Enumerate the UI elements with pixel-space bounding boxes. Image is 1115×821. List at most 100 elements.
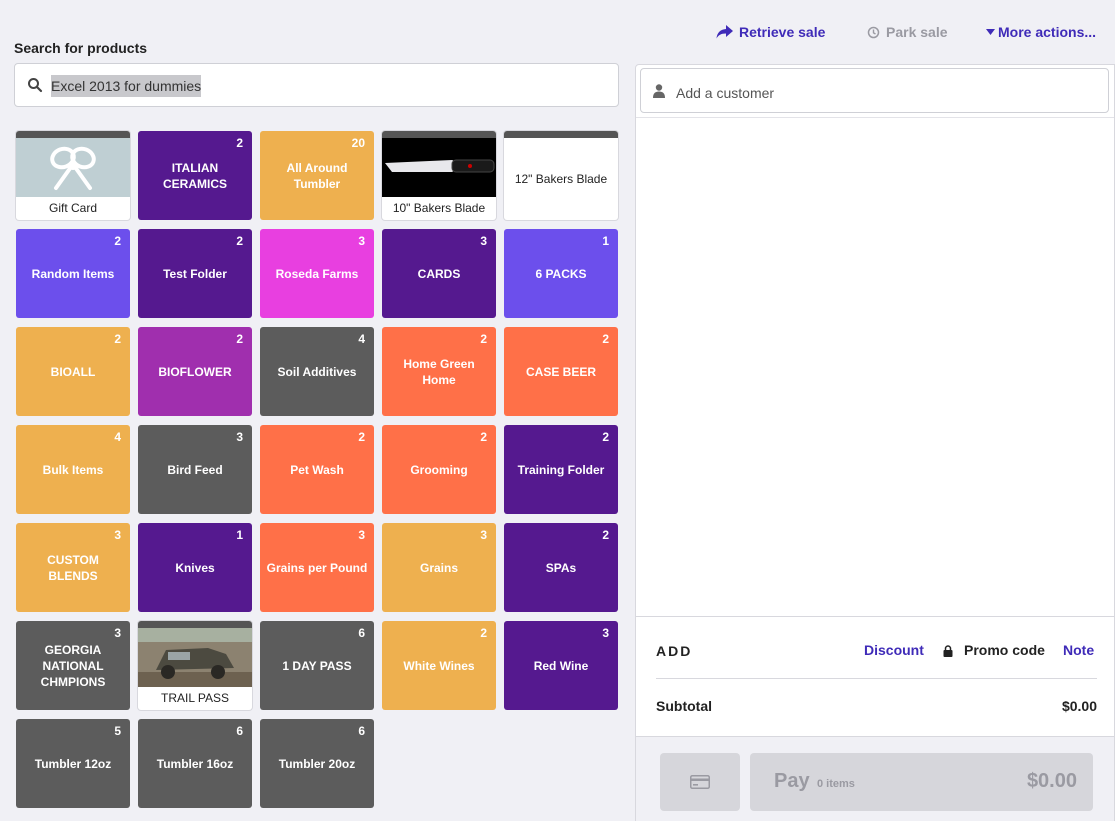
folder-tile-name: BIOFLOWER [158,364,232,379]
search-value[interactable]: Excel 2013 for dummies [51,75,202,97]
folder-tile-name: Tumbler 12oz [34,756,112,771]
folder-tile-tumbler-16oz[interactable]: 6 Tumbler 16oz [138,719,252,808]
folder-item-count: 2 [602,332,609,346]
folder-tile-name: Grains [419,560,458,575]
folder-tile-name: CASE BEER [525,364,596,379]
promo-code-link[interactable]: Promo code [964,642,1045,658]
folder-tile-pet-wash[interactable]: 2 Pet Wash [260,425,374,514]
folder-tile-knives[interactable]: 1 Knives [138,523,252,612]
sale-panel: Add a customer ADD Discount Promo code N… [635,64,1115,821]
caret-down-icon [986,29,995,35]
folder-tile-name: Random Items [31,266,115,281]
folder-tile-name: All Around Tumbler [286,160,348,191]
folder-item-count: 2 [236,136,243,150]
folder-tile-name: White Wines [403,658,475,673]
card-payment-button[interactable] [660,753,740,811]
folder-tile-all-around-tumbler[interactable]: 20 All Around Tumbler [260,131,374,220]
park-sale-button[interactable]: Park sale [867,22,948,42]
search-input[interactable]: Excel 2013 for dummies [14,63,619,107]
folder-tile-case-beer[interactable]: 2 CASE BEER [504,327,618,416]
folder-tile-name: BIOALL [50,364,96,379]
folder-item-count: 4 [114,430,121,444]
folder-tile-grooming[interactable]: 2 Grooming [382,425,496,514]
product-tile-trail-pass[interactable]: TRAIL PASS [138,621,252,710]
product-tile-name: 12" Bakers Blade [514,172,608,186]
folder-item-count: 2 [236,234,243,248]
search-label: Search for products [14,40,148,56]
folder-tile-italian-ceramics[interactable]: 2 ITALIAN CERAMICS [138,131,252,220]
product-tile-topbar [138,621,252,628]
discount-link[interactable]: Discount [864,642,924,658]
folder-tile-bioflower[interactable]: 2 BIOFLOWER [138,327,252,416]
folder-tile-bulk-items[interactable]: 4 Bulk Items [16,425,130,514]
folder-tile-custom-blends[interactable]: 3 CUSTOM BLENDS [16,523,130,612]
folder-tile-random-items[interactable]: 2 Random Items [16,229,130,318]
folder-item-count: 2 [114,332,121,346]
folder-item-count: 3 [114,626,121,640]
folder-item-count: 4 [358,332,365,346]
lock-icon [943,645,953,657]
folder-tile-name: 6 PACKS [535,266,587,281]
folder-tile-name: CARDS [417,266,461,281]
folder-tile-name: CUSTOM BLENDS [47,552,99,583]
knife-image [382,138,496,197]
folder-tile-name: Tumbler 16oz [156,756,234,771]
folder-tile-home-green-home[interactable]: 2 Home Green Home [382,327,496,416]
summary-divider [656,678,1097,679]
folder-tile-tumbler-12oz[interactable]: 5 Tumbler 12oz [16,719,130,808]
jeep-image [138,628,252,687]
folder-tile-name: Bulk Items [42,462,104,477]
folder-tile-soil-additives[interactable]: 4 Soil Additives [260,327,374,416]
folder-tile-white-wines[interactable]: 2 White Wines [382,621,496,710]
folder-tile-name: ITALIAN CERAMICS [162,160,227,191]
payment-footer: Pay 0 items $0.00 [636,736,1114,821]
user-icon [653,84,665,98]
retrieve-sale-button[interactable]: Retrieve sale [716,22,825,42]
folder-tile-bioall[interactable]: 2 BIOALL [16,327,130,416]
product-tile-topbar [504,131,618,138]
folder-tile-name: GEORGIA NATIONAL CHMPIONS [40,642,106,689]
subtotal-value: $0.00 [1061,698,1097,714]
search-icon [28,78,43,93]
cart-area [636,117,1114,617]
product-tile-12-bakers-blade[interactable]: 12" Bakers Blade [504,131,618,220]
gift-icon [16,138,130,197]
pay-button[interactable]: Pay 0 items $0.00 [750,753,1093,811]
product-tile-name: TRAIL PASS [160,691,230,705]
folder-tile-grains-per-pound[interactable]: 3 Grains per Pound [260,523,374,612]
subtotal-label: Subtotal [656,698,712,714]
add-label: ADD [656,643,693,659]
folder-tile-tumbler-20oz[interactable]: 6 Tumbler 20oz [260,719,374,808]
folder-item-count: 3 [358,528,365,542]
folder-tile-training-folder[interactable]: 2 Training Folder [504,425,618,514]
folder-tile-test-folder[interactable]: 2 Test Folder [138,229,252,318]
add-customer-input[interactable]: Add a customer [640,68,1109,113]
folder-tile-6-packs[interactable]: 1 6 PACKS [504,229,618,318]
folder-tile-name: Pet Wash [290,462,344,477]
note-link[interactable]: Note [1063,642,1094,658]
folder-tile-roseda-farms[interactable]: 3 Roseda Farms [260,229,374,318]
retrieve-sale-label: Retrieve sale [739,24,826,40]
folder-item-count: 5 [114,724,121,738]
folder-item-count: 2 [236,332,243,346]
folder-item-count: 3 [480,528,487,542]
product-tile-name: Gift Card [48,201,97,215]
folder-tile-red-wine[interactable]: 3 Red Wine [504,621,618,710]
folder-item-count: 1 [236,528,243,542]
folder-tile-spas[interactable]: 2 SPAs [504,523,618,612]
folder-tile-name: Home Green Home [403,356,475,387]
product-tile-gift-card[interactable]: Gift Card [16,131,130,220]
folder-tile-grains[interactable]: 3 Grains [382,523,496,612]
folder-tile-cards[interactable]: 3 CARDS [382,229,496,318]
pay-item-count: 0 items [817,778,855,790]
folder-tile-name: Knives [175,560,215,575]
folder-item-count: 2 [480,626,487,640]
folder-tile-name: Grooming [410,462,468,477]
more-actions-button[interactable]: More actions... [986,22,1096,42]
folder-item-count: 3 [358,234,365,248]
product-tile-10-bakers-blade[interactable]: 10" Bakers Blade [382,131,496,220]
pay-label: Pay [774,770,810,792]
folder-tile-bird-feed[interactable]: 3 Bird Feed [138,425,252,514]
folder-tile-georgia-national-chmpions[interactable]: 3 GEORGIA NATIONAL CHMPIONS [16,621,130,710]
folder-tile-1-day-pass[interactable]: 6 1 DAY PASS [260,621,374,710]
